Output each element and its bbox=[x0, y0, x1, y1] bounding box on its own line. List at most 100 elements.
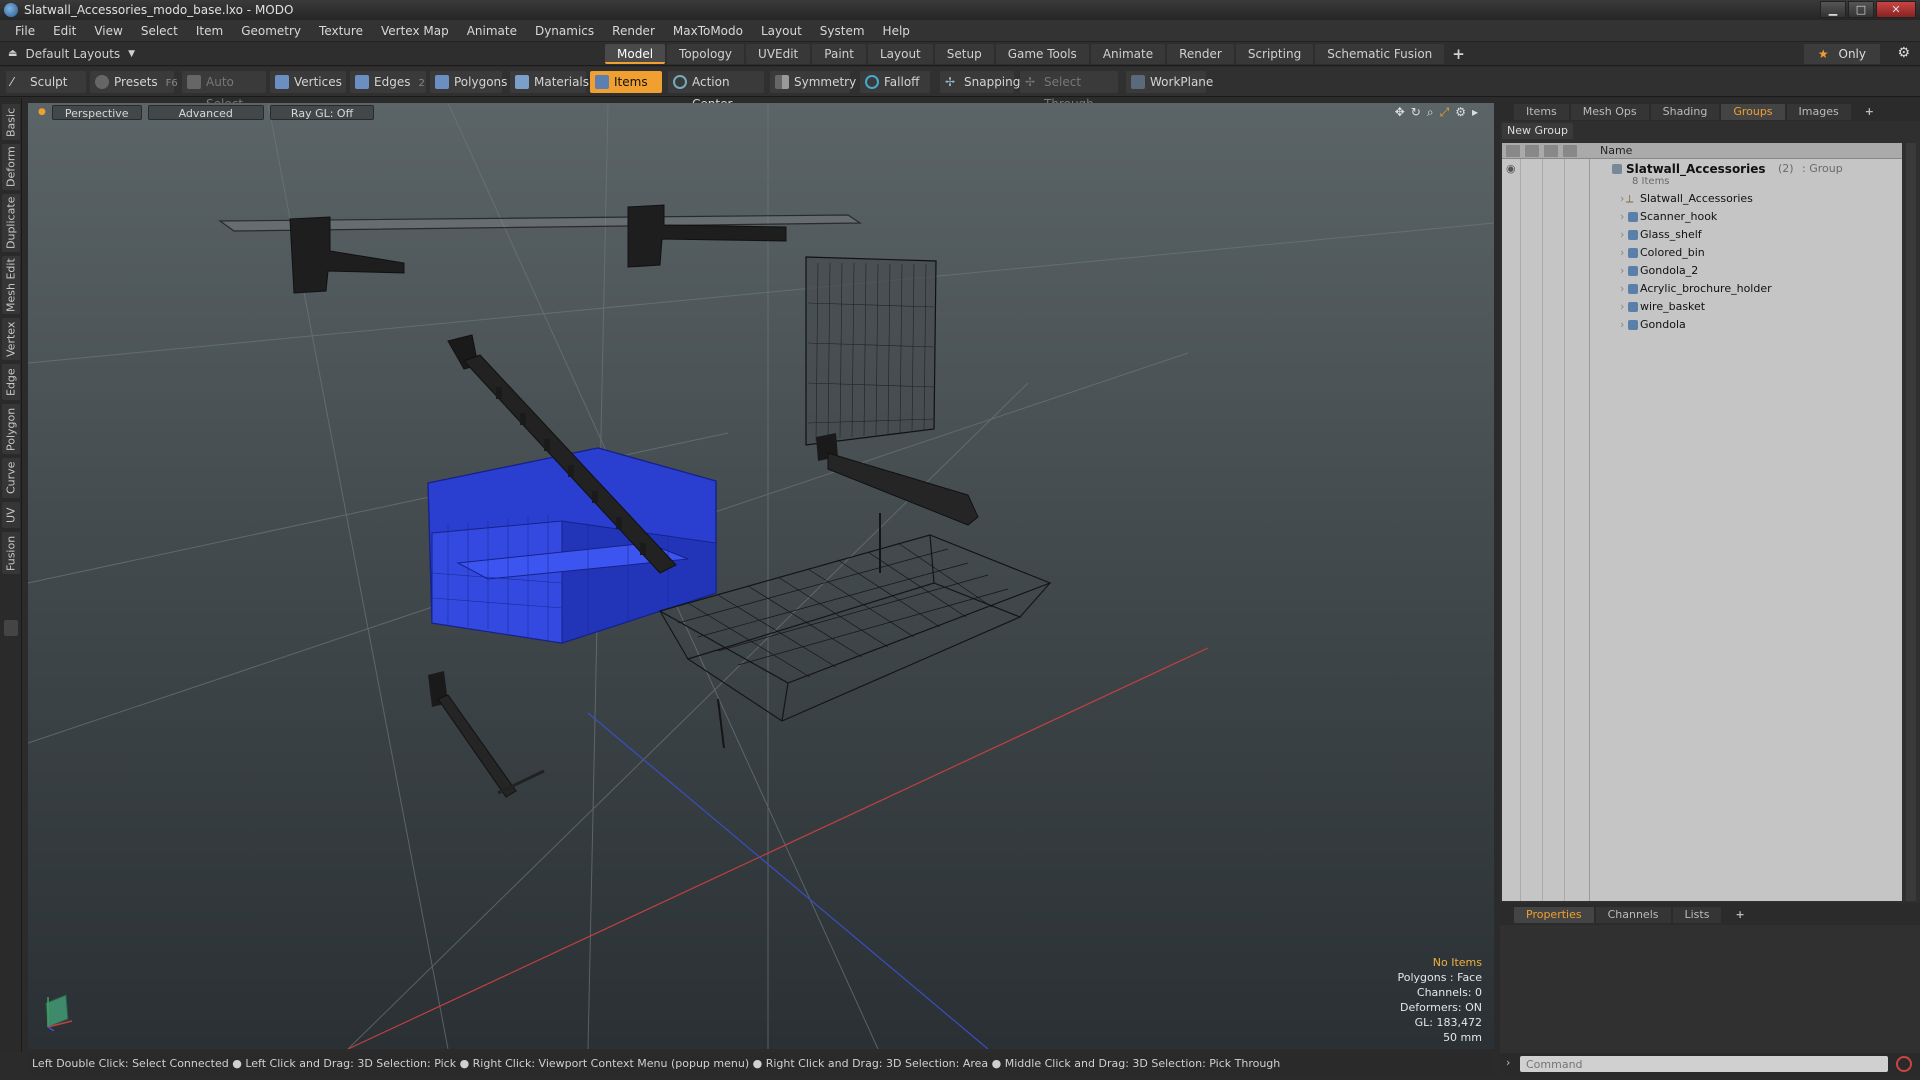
tab-animate[interactable]: Animate bbox=[1090, 44, 1166, 64]
viewport-expand-icon[interactable]: ▸ bbox=[1472, 105, 1478, 120]
shading-dropdown[interactable]: Advanced bbox=[147, 104, 264, 120]
vtab-polygon[interactable]: Polygon bbox=[2, 404, 20, 454]
vtab-edge[interactable]: Edge bbox=[2, 364, 20, 400]
items-button[interactable]: Items bbox=[590, 71, 662, 93]
list-item[interactable]: › Colored_bin bbox=[1502, 244, 1902, 262]
render-column-icon[interactable] bbox=[1525, 144, 1539, 157]
tab-images[interactable]: Images bbox=[1786, 104, 1851, 120]
lock-column-icon[interactable] bbox=[1544, 144, 1558, 157]
chevron-right-icon[interactable]: › bbox=[1620, 244, 1624, 262]
tab-channels[interactable]: Channels bbox=[1595, 907, 1671, 923]
menu-texture[interactable]: Texture bbox=[310, 24, 372, 38]
list-item[interactable]: › Glass_shelf bbox=[1502, 226, 1902, 244]
list-item[interactable]: › Gondola_2 bbox=[1502, 262, 1902, 280]
chevron-right-icon[interactable]: › bbox=[1620, 208, 1624, 226]
tab-scripting[interactable]: Scripting bbox=[1235, 44, 1314, 64]
tab-lists[interactable]: Lists bbox=[1672, 907, 1722, 923]
3d-viewport[interactable]: ● Perspective Advanced Ray GL: Off ✥ ↻ ⌕… bbox=[28, 103, 1494, 1049]
command-input[interactable] bbox=[1520, 1056, 1888, 1072]
scene-canvas[interactable] bbox=[28, 103, 1494, 1049]
record-macro-icon[interactable] bbox=[1896, 1056, 1912, 1072]
menu-system[interactable]: System bbox=[811, 24, 874, 38]
list-item[interactable]: › Gondola bbox=[1502, 316, 1902, 334]
vtab-curve[interactable]: Curve bbox=[2, 458, 20, 498]
menu-animate[interactable]: Animate bbox=[458, 24, 526, 38]
tab-schematic-fusion[interactable]: Schematic Fusion bbox=[1315, 44, 1445, 64]
workplane-button[interactable]: WorkPlane bbox=[1126, 71, 1213, 93]
vtab-vertex[interactable]: Vertex bbox=[2, 318, 20, 360]
tab-paint[interactable]: Paint bbox=[812, 44, 866, 64]
menu-edit[interactable]: Edit bbox=[44, 24, 85, 38]
polygons-button[interactable]: Polygons bbox=[430, 71, 507, 93]
groups-scrollbar[interactable] bbox=[1906, 143, 1916, 901]
chevron-right-icon[interactable]: › bbox=[1620, 190, 1624, 208]
glass-shelf[interactable] bbox=[218, 204, 862, 294]
menu-render[interactable]: Render bbox=[603, 24, 664, 38]
menu-layout[interactable]: Layout bbox=[752, 24, 811, 38]
chevron-right-icon[interactable]: › bbox=[1620, 298, 1624, 316]
chevron-right-icon[interactable]: › bbox=[1620, 226, 1624, 244]
menu-vertex-map[interactable]: Vertex Map bbox=[372, 24, 458, 38]
menu-dynamics[interactable]: Dynamics bbox=[526, 24, 603, 38]
tab-render[interactable]: Render bbox=[1167, 44, 1234, 64]
name-column-header[interactable]: Name bbox=[1590, 144, 1632, 157]
rotate-icon[interactable]: ↻ bbox=[1411, 105, 1421, 120]
viewport-settings-icon[interactable]: ⚙ bbox=[1455, 105, 1466, 120]
zoom-icon[interactable]: ⌕ bbox=[1427, 105, 1434, 120]
sculpt-button[interactable]: ⁄ Sculpt bbox=[6, 71, 86, 93]
list-item[interactable]: › wire_basket bbox=[1502, 298, 1902, 316]
only-button[interactable]: ★ Only bbox=[1803, 44, 1880, 64]
viewport-menu-icon[interactable]: ● bbox=[38, 107, 46, 117]
gondola[interactable] bbox=[428, 671, 545, 798]
raygl-toggle[interactable]: Ray GL: Off bbox=[269, 104, 375, 120]
chevron-right-icon[interactable]: › bbox=[1620, 316, 1624, 334]
list-item[interactable]: › Scanner_hook bbox=[1502, 208, 1902, 226]
tab-uvedit[interactable]: UVEdit bbox=[746, 44, 811, 64]
maximize-button[interactable]: □ bbox=[1848, 1, 1874, 18]
action-center-button[interactable]: Action Center bbox=[668, 71, 764, 111]
add-panel-tab-button[interactable]: + bbox=[1853, 104, 1886, 120]
tab-setup[interactable]: Setup bbox=[934, 44, 994, 64]
add-properties-tab-button[interactable]: + bbox=[1723, 907, 1756, 923]
tab-items[interactable]: Items bbox=[1514, 104, 1569, 120]
chevron-right-icon[interactable]: › bbox=[1620, 262, 1624, 280]
tab-mesh-ops[interactable]: Mesh Ops bbox=[1570, 104, 1649, 120]
falloff-button[interactable]: Falloff bbox=[860, 71, 930, 93]
vtab-duplicate[interactable]: Duplicate bbox=[2, 194, 20, 252]
vertices-button[interactable]: Vertices1 bbox=[270, 71, 356, 93]
gear-icon[interactable]: ⚙ bbox=[1897, 45, 1910, 61]
fit-icon[interactable]: ⤢ bbox=[1440, 105, 1450, 120]
select-through-button[interactable]: ✢ Select Through bbox=[1020, 71, 1118, 111]
tab-layout[interactable]: Layout bbox=[867, 44, 933, 64]
edges-button[interactable]: Edges 2 bbox=[350, 71, 426, 93]
list-item[interactable]: › Acrylic_brochure_holder bbox=[1502, 280, 1902, 298]
menu-item[interactable]: Item bbox=[187, 24, 232, 38]
new-group-button[interactable]: New Group bbox=[1502, 123, 1573, 139]
close-button[interactable]: ✕ bbox=[1876, 1, 1916, 18]
vtab-deform[interactable]: Deform bbox=[2, 144, 20, 190]
wire-basket[interactable] bbox=[658, 513, 1052, 749]
menu-help[interactable]: Help bbox=[874, 24, 919, 38]
auto-select-button[interactable]: Auto Select bbox=[182, 71, 266, 111]
menu-select[interactable]: Select bbox=[132, 24, 187, 38]
list-item[interactable]: › ⟂ Slatwall_Accessories bbox=[1502, 190, 1902, 208]
vtab-basic[interactable]: Basic bbox=[2, 104, 20, 140]
tab-model[interactable]: Model bbox=[605, 44, 666, 64]
materials-button[interactable]: Materials bbox=[510, 71, 589, 93]
tab-topology[interactable]: Topology bbox=[667, 44, 745, 64]
expand-panel-button[interactable] bbox=[4, 620, 18, 636]
tab-shading[interactable]: Shading bbox=[1650, 104, 1720, 120]
menu-view[interactable]: View bbox=[85, 24, 131, 38]
tab-groups[interactable]: Groups bbox=[1721, 104, 1785, 120]
tab-game-tools[interactable]: Game Tools bbox=[995, 44, 1089, 64]
view-mode-dropdown[interactable]: Perspective bbox=[51, 104, 142, 120]
menu-file[interactable]: File bbox=[6, 24, 44, 38]
vtab-fusion[interactable]: Fusion bbox=[2, 532, 20, 574]
tab-properties[interactable]: Properties bbox=[1514, 907, 1594, 923]
visibility-column-icon[interactable] bbox=[1506, 144, 1520, 157]
pan-icon[interactable]: ✥ bbox=[1395, 105, 1405, 120]
vtab-mesh-edit[interactable]: Mesh Edit bbox=[2, 256, 20, 314]
acrylic-brochure-holder[interactable] bbox=[805, 256, 937, 446]
snapping-button[interactable]: ✢ Snapping bbox=[940, 71, 1020, 93]
add-tab-button[interactable]: + bbox=[1446, 44, 1471, 64]
